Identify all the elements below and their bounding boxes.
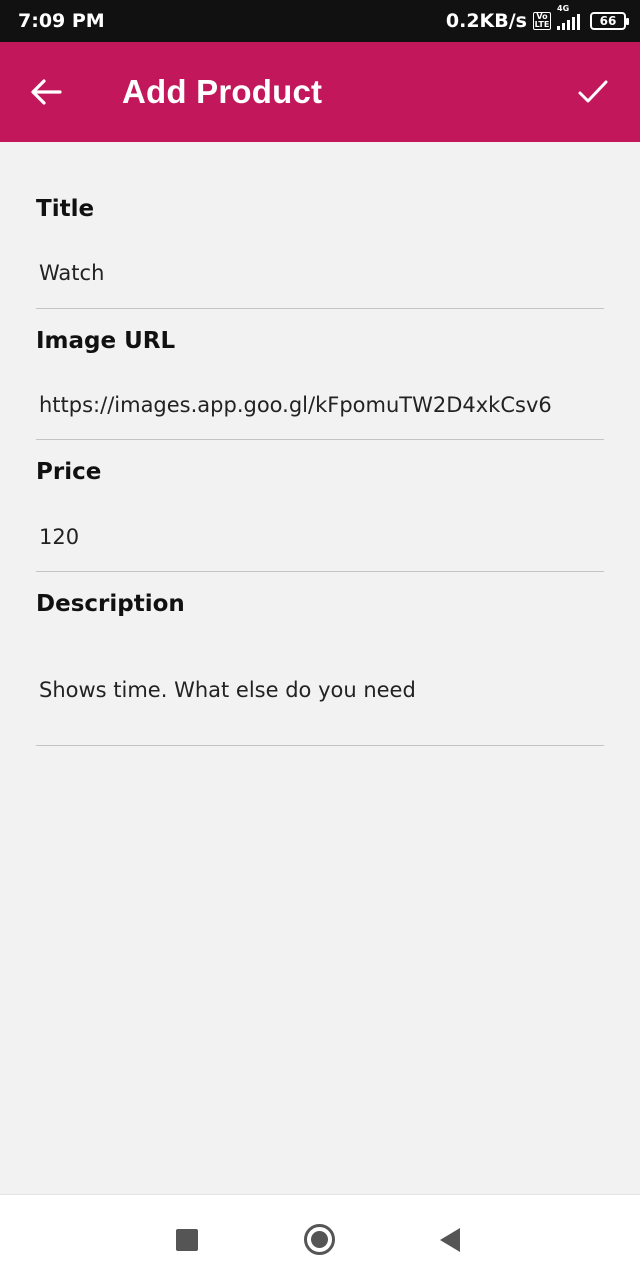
image-url-input[interactable] (36, 390, 604, 440)
signal-icon: 4G (557, 4, 580, 30)
image-url-label: Image URL (36, 328, 176, 354)
price-input[interactable] (36, 522, 604, 572)
price-label: Price (36, 459, 102, 485)
back-triangle-icon[interactable] (440, 1228, 460, 1252)
status-time: 7:09 PM (18, 10, 105, 32)
status-bar: 7:09 PM 0.2KB/s Vo LTE 4G 66 (0, 0, 640, 42)
network-type: 4G (557, 4, 570, 13)
title-input[interactable] (36, 258, 604, 309)
description-input[interactable] (36, 674, 604, 746)
arrow-left-icon (31, 79, 62, 105)
battery-icon: 66 (590, 12, 629, 30)
volte-icon: Vo LTE (533, 12, 551, 30)
description-label: Description (36, 591, 185, 617)
home-circle-icon[interactable] (304, 1224, 335, 1255)
navigation-bar (0, 1194, 640, 1280)
network-speed: 0.2KB/s (445, 10, 527, 32)
back-button[interactable] (30, 78, 62, 106)
battery-level: 66 (599, 14, 617, 28)
save-button[interactable] (578, 78, 608, 106)
title-label: Title (36, 196, 95, 222)
check-icon (578, 80, 608, 103)
app-bar: Add Product (0, 42, 640, 142)
status-indicators: 0.2KB/s Vo LTE 4G 66 (445, 4, 629, 32)
page-title: Add Product (122, 73, 323, 110)
recents-square-icon[interactable] (176, 1229, 198, 1251)
